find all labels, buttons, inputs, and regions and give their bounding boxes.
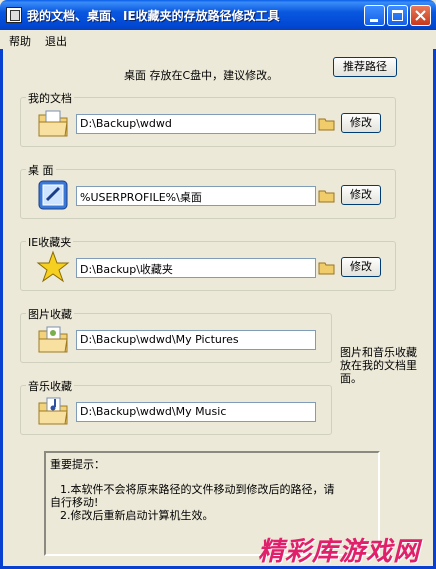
side-note: 图片和音乐收藏放在我的文档里面。 <box>340 346 417 385</box>
modify-desktop-button[interactable]: 修改 <box>341 185 381 205</box>
favorites-star-icon <box>36 250 70 283</box>
group-label-ie-favorites: IE收藏夹 <box>26 234 74 250</box>
my-documents-path-input[interactable]: D:\Backup\wdwd <box>76 114 316 134</box>
group-label-music: 音乐收藏 <box>26 378 74 394</box>
notice-line-1: 1.本软件不会将原来路径的文件移动到修改后的路径，请 <box>60 483 335 496</box>
maximize-icon <box>392 10 403 21</box>
browse-folder-icon[interactable] <box>318 259 336 277</box>
group-label-desktop: 桌 面 <box>26 162 56 178</box>
documents-folder-icon <box>38 110 68 137</box>
pictures-path-input[interactable]: D:\Backup\wdwd\My Pictures <box>76 330 316 350</box>
notice-line-2: 2.修改后重新启动计算机生效。 <box>60 509 214 522</box>
group-label-pictures: 图片收藏 <box>26 306 74 322</box>
maximize-button[interactable] <box>387 5 408 26</box>
minimize-button[interactable] <box>364 5 385 26</box>
browse-folder-icon[interactable] <box>318 115 336 133</box>
pictures-folder-icon <box>38 326 68 353</box>
window-title: 我的文档、桌面、IE收藏夹的存放路径修改工具 <box>27 9 280 23</box>
title-bar[interactable]: 我的文档、桌面、IE收藏夹的存放路径修改工具 <box>0 0 436 30</box>
browse-folder-icon[interactable] <box>318 187 336 205</box>
desktop-path-input[interactable]: %USERPROFILE%\桌面 <box>76 186 316 206</box>
music-path-input[interactable]: D:\Backup\wdwd\My Music <box>76 402 316 422</box>
notice-title: 重要提示： <box>50 458 105 471</box>
menu-help[interactable]: 帮助 <box>9 33 31 49</box>
menu-bar: 帮助 退出 <box>0 30 436 49</box>
desktop-icon <box>38 180 68 210</box>
close-icon <box>415 10 426 21</box>
hint-text: 桌面 存放在C盘中，建议修改。 <box>124 69 279 82</box>
menu-exit[interactable]: 退出 <box>45 33 67 49</box>
modify-my-documents-button[interactable]: 修改 <box>341 113 381 133</box>
minimize-icon <box>370 19 378 22</box>
ie-favorites-path-input[interactable]: D:\Backup\收藏夹 <box>76 258 316 278</box>
app-icon <box>6 7 22 23</box>
group-label-my-documents: 我的文档 <box>26 90 74 106</box>
recommend-path-button[interactable]: 推荐路径 <box>333 57 397 77</box>
music-folder-icon <box>38 397 68 425</box>
modify-ie-favorites-button[interactable]: 修改 <box>341 257 381 277</box>
site-watermark: 精彩库游戏网 <box>258 537 421 567</box>
close-button[interactable] <box>410 5 431 26</box>
